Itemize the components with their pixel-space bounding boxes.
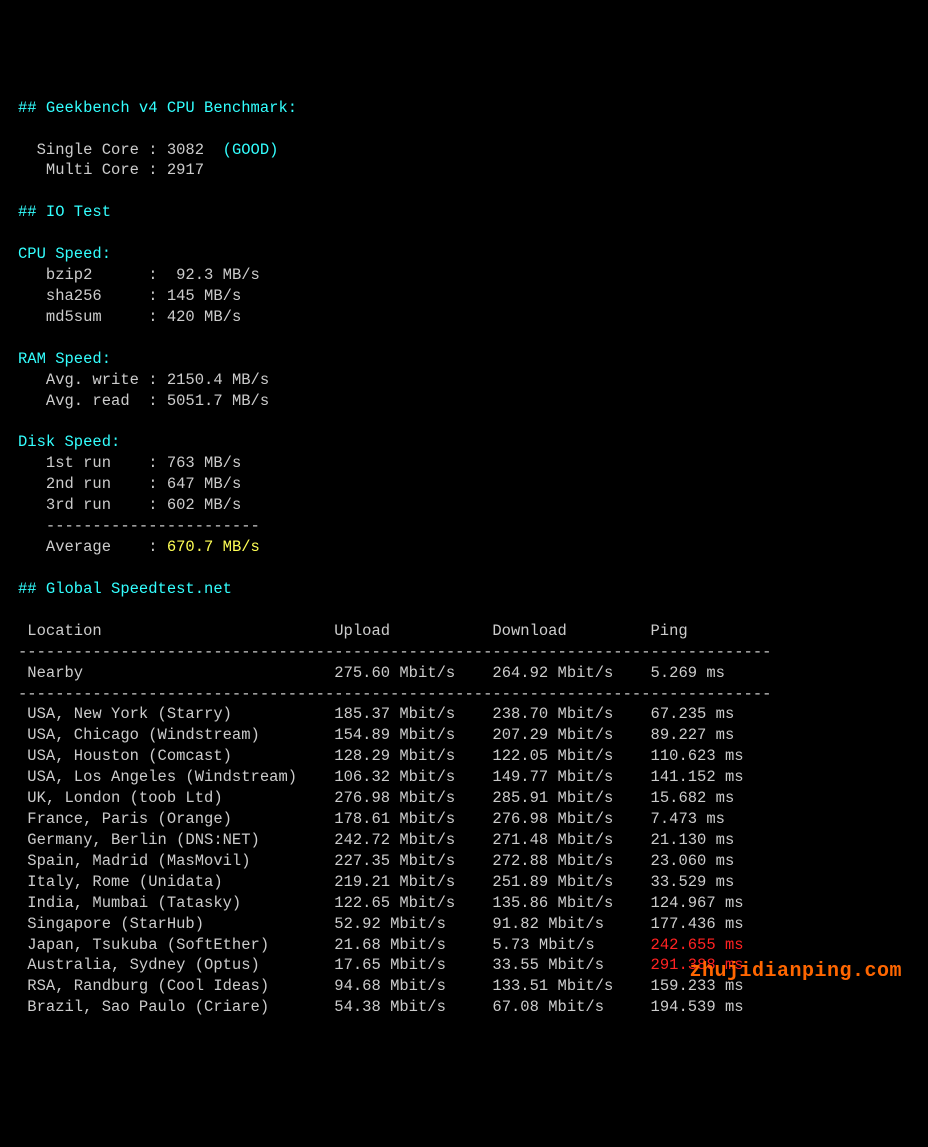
cpu-speed-row: md5sum : 420 MB/s — [18, 308, 241, 326]
table-row: Italy, Rome (Unidata) 219.21 Mbit/s 251.… — [18, 873, 734, 891]
table-row: India, Mumbai (Tatasky) 122.65 Mbit/s 13… — [18, 894, 744, 912]
table-row: USA, Chicago (Windstream) 154.89 Mbit/s … — [18, 726, 734, 744]
ram-speed-row: Avg. read : 5051.7 MB/s — [18, 392, 269, 410]
divider-line: ----------------------------------------… — [18, 643, 771, 661]
single-core-value: 3082 — [167, 141, 204, 159]
disk-avg-value: 670.7 MB/s — [167, 538, 260, 556]
section-geekbench-header: ## Geekbench v4 CPU Benchmark: — [18, 99, 297, 117]
section-speedtest-header: ## Global Speedtest.net — [18, 580, 232, 598]
table-row: France, Paris (Orange) 178.61 Mbit/s 276… — [18, 810, 725, 828]
table-row: USA, Houston (Comcast) 128.29 Mbit/s 122… — [18, 747, 744, 765]
table-row: USA, Los Angeles (Windstream) 106.32 Mbi… — [18, 768, 744, 786]
disk-speed-row: 3rd run : 602 MB/s — [18, 496, 241, 514]
table-row: RSA, Randburg (Cool Ideas) 94.68 Mbit/s … — [18, 977, 744, 995]
ram-speed-header: RAM Speed: — [18, 350, 111, 368]
single-core-note: (GOOD) — [204, 141, 278, 159]
disk-divider: ----------------------- — [18, 517, 260, 535]
table-row: Australia, Sydney (Optus) 17.65 Mbit/s 3… — [18, 956, 744, 974]
multi-core-value: 2917 — [167, 161, 204, 179]
table-row-nearby: Nearby 275.60 Mbit/s 264.92 Mbit/s 5.269… — [18, 664, 725, 682]
cpu-speed-header: CPU Speed: — [18, 245, 111, 263]
disk-speed-row: 1st run : 763 MB/s — [18, 454, 241, 472]
single-core-label: Single Core : — [18, 141, 167, 159]
table-row: Spain, Madrid (MasMovil) 227.35 Mbit/s 2… — [18, 852, 734, 870]
table-row: Brazil, Sao Paulo (Criare) 54.38 Mbit/s … — [18, 998, 744, 1016]
table-row: Germany, Berlin (DNS:NET) 242.72 Mbit/s … — [18, 831, 734, 849]
multi-core-label: Multi Core : — [18, 161, 167, 179]
table-row: Singapore (StarHub) 52.92 Mbit/s 91.82 M… — [18, 915, 744, 933]
divider-line: ----------------------------------------… — [18, 685, 771, 703]
table-row: USA, New York (Starry) 185.37 Mbit/s 238… — [18, 705, 734, 723]
disk-avg-label: Average : — [18, 538, 167, 556]
table-header: Location Upload Download Ping — [18, 622, 688, 640]
table-row: Japan, Tsukuba (SoftEther) 21.68 Mbit/s … — [18, 936, 744, 954]
cpu-speed-row: bzip2 : 92.3 MB/s — [18, 266, 260, 284]
disk-speed-row: 2nd run : 647 MB/s — [18, 475, 241, 493]
watermark: zhujidianping.com — [689, 958, 902, 985]
cpu-speed-row: sha256 : 145 MB/s — [18, 287, 241, 305]
ram-speed-row: Avg. write : 2150.4 MB/s — [18, 371, 269, 389]
disk-speed-header: Disk Speed: — [18, 433, 120, 451]
section-io-header: ## IO Test — [18, 203, 111, 221]
table-row: UK, London (toob Ltd) 276.98 Mbit/s 285.… — [18, 789, 734, 807]
